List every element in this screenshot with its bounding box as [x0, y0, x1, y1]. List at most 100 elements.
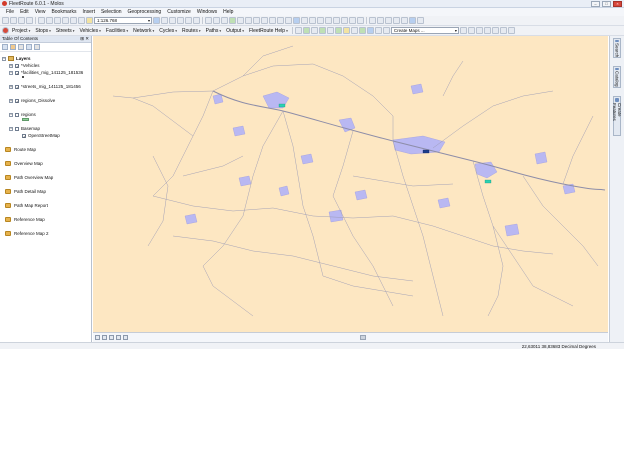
pause-drawing-icon[interactable] [116, 335, 121, 340]
clear-selection-icon[interactable] [277, 17, 284, 24]
hyperlink-icon[interactable] [301, 17, 308, 24]
create-maps-dropdown[interactable]: Create Maps ... [390, 27, 459, 34]
horizontal-scrollbar-thumb[interactable] [360, 335, 366, 340]
python-window-icon[interactable] [193, 17, 200, 24]
time-slider-icon[interactable] [349, 17, 356, 24]
undo-icon[interactable] [70, 17, 77, 24]
menu-selection[interactable]: Selection [98, 9, 125, 15]
map-frame-path-overview-map[interactable]: Path Overview Map [5, 175, 53, 180]
brightness-icon[interactable] [401, 17, 408, 24]
tab-create-features[interactable]: Create Features [612, 96, 622, 136]
menu-geoprocessing[interactable]: Geoprocessing [125, 9, 165, 15]
minimize-button[interactable]: – [591, 1, 600, 7]
layer-row-streets[interactable]: + ✓ *streets_mig_141125_181456 [9, 84, 81, 89]
menu-file[interactable]: File [3, 9, 17, 15]
scroll-left-icon[interactable] [123, 335, 128, 340]
menu-customize[interactable]: Customize [164, 9, 194, 15]
menu-help[interactable]: Help [220, 9, 236, 15]
menu-paths[interactable]: Paths ▾ [204, 28, 224, 34]
editor-toolbar-icon[interactable] [153, 17, 160, 24]
layer-row-regions[interactable]: − regions [9, 112, 36, 117]
layer-visibility-checkbox[interactable] [15, 126, 19, 131]
delete-icon[interactable] [62, 17, 69, 24]
menu-facilities[interactable]: Facilities ▾ [104, 28, 130, 34]
menu-fleetroute-help[interactable]: FleetRoute Help ▾ [247, 28, 290, 34]
maximize-button[interactable]: □ [602, 1, 611, 7]
collapse-icon[interactable]: − [9, 70, 13, 75]
copy-icon[interactable] [46, 17, 53, 24]
link-icon[interactable] [475, 27, 483, 34]
print-icon[interactable] [26, 17, 33, 24]
find-binoculars-icon[interactable] [325, 17, 332, 24]
truck-icon[interactable] [483, 27, 491, 34]
map-frame-overview-map[interactable]: Overview Map [5, 161, 43, 166]
vehicles-tool-icon[interactable] [318, 27, 326, 34]
network-tool-icon[interactable] [334, 27, 342, 34]
menu-vehicles[interactable]: Vehicles ▾ [78, 28, 103, 34]
layer-row-vehicles[interactable]: + ✓ *Vehicles [9, 63, 40, 68]
identify-icon[interactable] [293, 17, 300, 24]
expand-icon[interactable]: + [9, 98, 13, 103]
tab-catalog[interactable]: Catalog [613, 66, 621, 88]
menu-bookmarks[interactable]: Bookmarks [48, 9, 79, 15]
color-dropdown-icon[interactable] [409, 17, 416, 24]
arctoolbox-icon[interactable] [185, 17, 192, 24]
find-route-icon[interactable] [333, 17, 340, 24]
map-frame-path-detail-map[interactable]: Path Detail Map [5, 189, 46, 194]
truck-unload-icon[interactable] [499, 27, 507, 34]
measure-icon[interactable] [317, 17, 324, 24]
layer-visibility-checkbox[interactable]: ✓ [15, 63, 19, 68]
menu-streets[interactable]: Streets ▾ [54, 28, 77, 34]
toc-pin-close-icon[interactable]: ⊞ ✕ [80, 36, 89, 42]
data-view-icon[interactable] [95, 335, 100, 340]
paths-tool-icon[interactable] [358, 27, 366, 34]
add-data-icon[interactable] [86, 17, 93, 24]
map-frame-reference-map[interactable]: Reference Map [5, 217, 45, 222]
map-frame-reference-map-2[interactable]: Reference Map 2 [5, 231, 49, 236]
menu-stops[interactable]: Stops ▾ [33, 28, 53, 34]
collapse-icon[interactable]: − [9, 126, 13, 131]
collapse-icon[interactable]: − [9, 112, 13, 117]
forward-extent-icon[interactable] [261, 17, 268, 24]
redo-icon[interactable] [78, 17, 85, 24]
street-network-map[interactable] [93, 36, 608, 332]
layer-row-facilities[interactable]: − ✓ *facilities_mig_141125_181536 [9, 70, 83, 75]
select-features-icon[interactable] [269, 17, 276, 24]
create-viewer-icon[interactable] [357, 17, 364, 24]
menu-network[interactable]: Network ▾ [131, 28, 156, 34]
toc-options-icon[interactable] [34, 44, 40, 50]
menu-view[interactable]: View [32, 9, 49, 15]
streets-tool-icon[interactable] [310, 27, 318, 34]
swipe-icon[interactable] [369, 17, 376, 24]
layout-view-icon[interactable] [102, 335, 107, 340]
layer-tool-icon[interactable] [294, 27, 302, 34]
catalog-window-icon[interactable] [169, 17, 176, 24]
html-popup-icon[interactable] [309, 17, 316, 24]
list-by-visibility-icon[interactable] [18, 44, 24, 50]
truck-settings-icon[interactable] [507, 27, 515, 34]
save-icon[interactable] [18, 17, 25, 24]
menu-routes[interactable]: Routes ▾ [180, 28, 203, 34]
menu-edit[interactable]: Edit [17, 9, 32, 15]
contrast-icon[interactable] [417, 17, 424, 24]
go-to-xy-icon[interactable] [341, 17, 348, 24]
refresh-icon[interactable] [467, 27, 475, 34]
table-of-contents-icon[interactable] [161, 17, 168, 24]
expand-icon[interactable]: + [9, 84, 13, 89]
report-tool-icon[interactable] [366, 27, 374, 34]
routes-tool-icon[interactable] [350, 27, 358, 34]
open-folder-icon[interactable] [10, 17, 17, 24]
truck-load-icon[interactable] [491, 27, 499, 34]
zoom-out-icon[interactable] [213, 17, 220, 24]
layer-transparency-icon[interactable] [393, 17, 400, 24]
map-frame-path-map-report[interactable]: Path Map Report [5, 203, 48, 208]
layer-row-basemap[interactable]: − Basemap [9, 126, 40, 131]
pan-hand-icon[interactable] [221, 17, 228, 24]
layer-row-regions-dissolve[interactable]: + ✓ regions_Dissolve [9, 98, 55, 103]
layer-visibility-checkbox[interactable]: ✓ [22, 133, 26, 138]
back-extent-icon[interactable] [253, 17, 260, 24]
fixed-zoom-in-icon[interactable] [237, 17, 244, 24]
new-document-icon[interactable] [2, 17, 9, 24]
layer-visibility-checkbox[interactable]: ✓ [15, 70, 19, 75]
list-by-source-icon[interactable] [10, 44, 16, 50]
